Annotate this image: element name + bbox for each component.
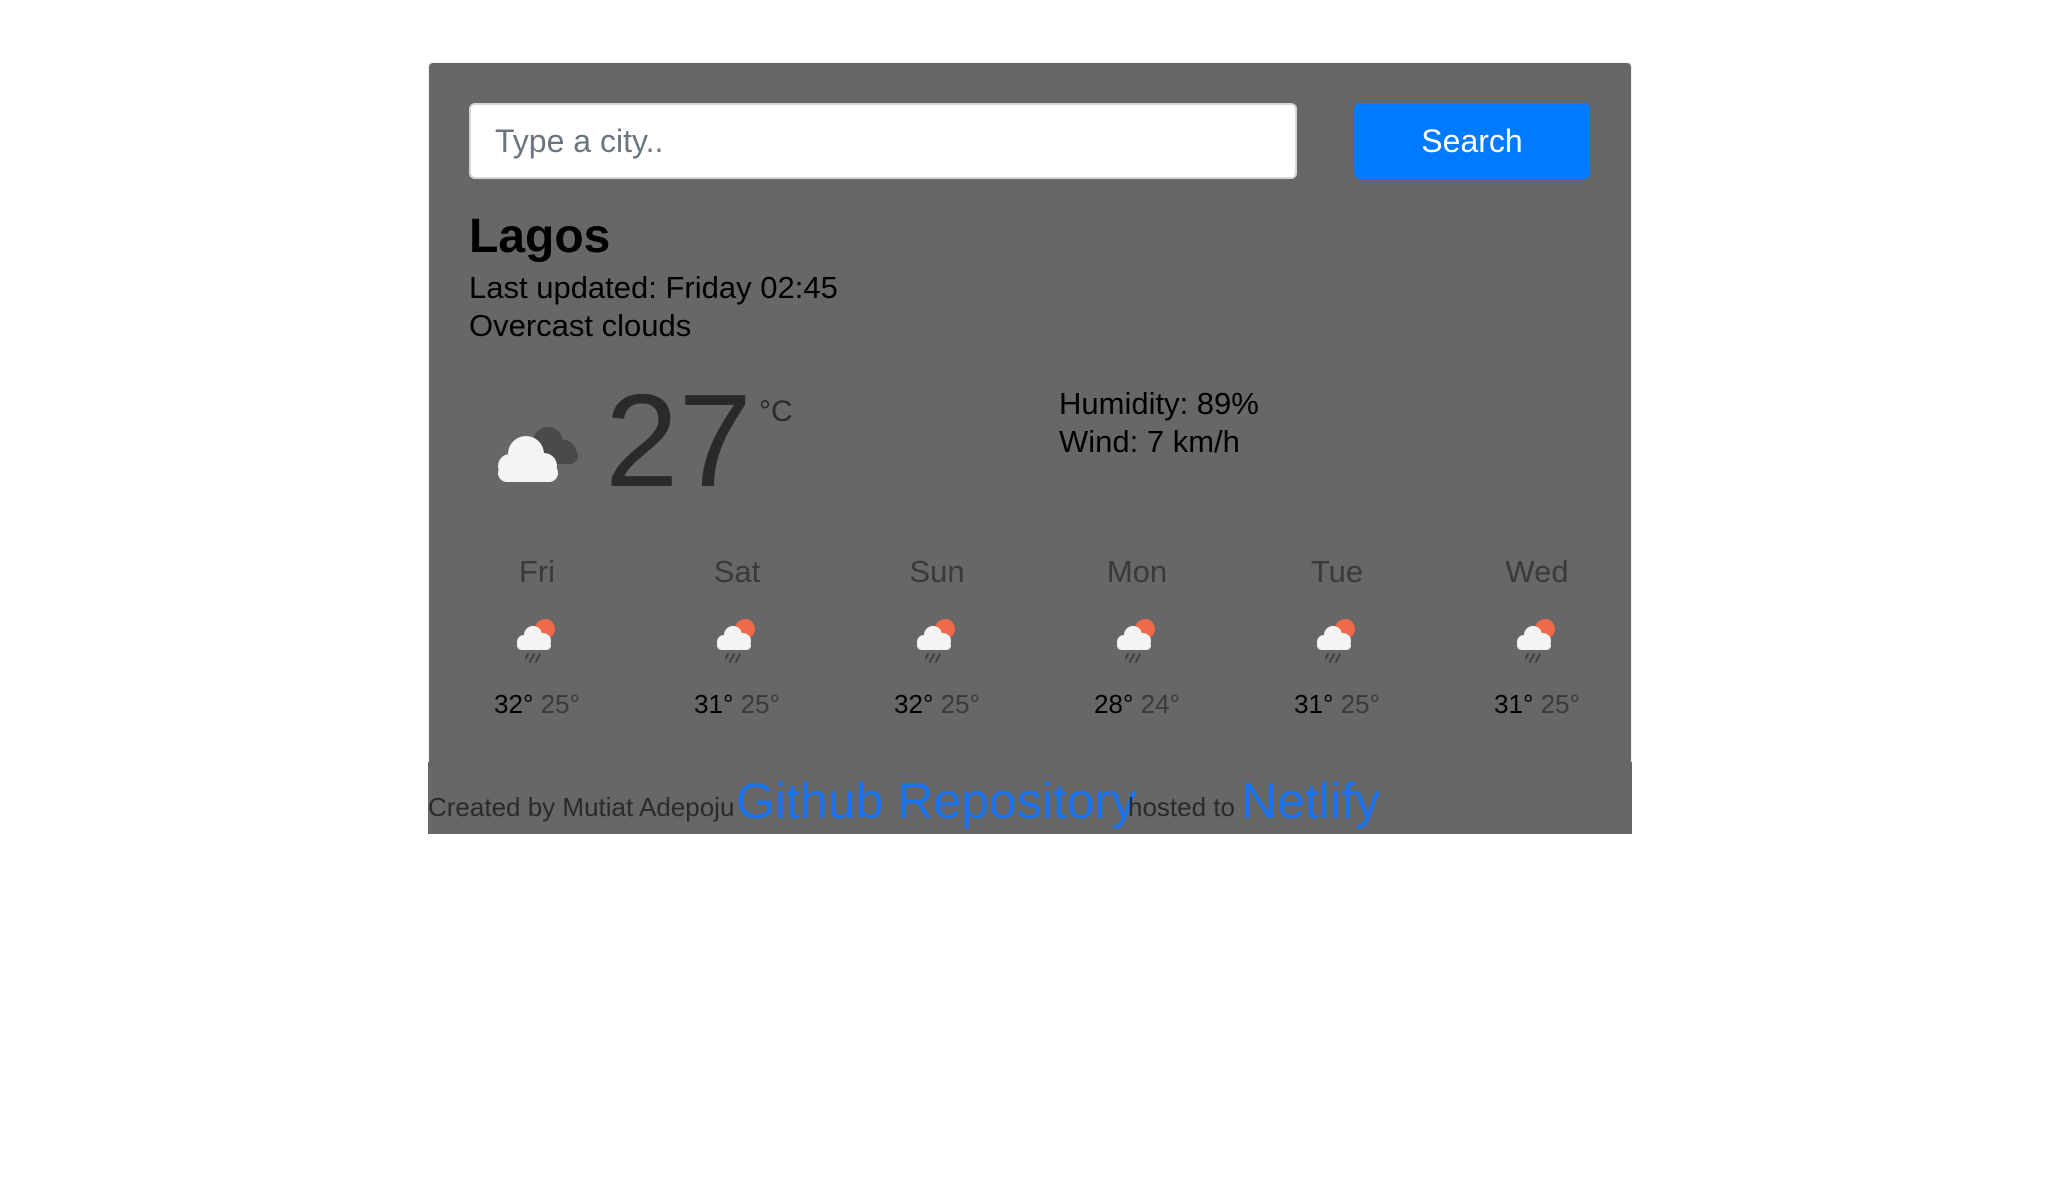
forecast-day: Fri 32° 25° xyxy=(469,553,605,719)
humidity: Humidity: 89% xyxy=(1059,386,1259,421)
forecast-high: 31° xyxy=(1294,689,1334,719)
footer-hosted-to: hosted to xyxy=(1128,792,1235,822)
forecast-temps: 31° 25° xyxy=(1269,689,1405,719)
forecast-temps: 31° 25° xyxy=(1469,689,1605,719)
forecast-day: Tue 31° 25° xyxy=(1269,553,1405,719)
rain-sun-icon xyxy=(1317,619,1355,663)
rain-sun-icon xyxy=(917,619,955,663)
forecast-day-name: Sat xyxy=(713,554,761,589)
forecast-low: 25° xyxy=(1340,689,1380,719)
rain-sun-icon xyxy=(717,619,755,663)
forecast-low: 25° xyxy=(540,689,580,719)
forecast-temps: 32° 25° xyxy=(869,689,1005,719)
weather-card: Search Lagos Last updated: Friday 02:45 … xyxy=(428,62,1632,766)
forecast-high: 32° xyxy=(894,689,934,719)
forecast-temps: 32° 25° xyxy=(469,689,605,719)
forecast-high: 28° xyxy=(1094,689,1134,719)
city-name: Lagos xyxy=(469,210,611,263)
temperature-unit-celsius[interactable]: °C xyxy=(759,395,793,429)
footer-created-by: Created by Mutiat Adepoju xyxy=(428,792,735,822)
rain-sun-icon xyxy=(517,619,555,663)
forecast-low: 25° xyxy=(940,689,980,719)
netlify-link[interactable]: Netlify xyxy=(1241,772,1380,830)
forecast-temps: 28° 24° xyxy=(1069,689,1205,719)
forecast-day-name: Wed xyxy=(1505,554,1569,589)
current-temperature: 27 xyxy=(605,367,752,514)
forecast-high: 31° xyxy=(694,689,734,719)
forecast-day: Sat 31° 25° xyxy=(669,553,805,719)
forecast-day: Mon 28° 24° xyxy=(1069,553,1205,719)
forecast-low: 25° xyxy=(1540,689,1580,719)
city-search-input[interactable] xyxy=(469,103,1297,179)
forecast-day-name: Mon xyxy=(1106,554,1168,589)
search-button[interactable]: Search xyxy=(1354,103,1590,179)
rain-sun-icon xyxy=(1517,619,1555,663)
forecast-day-name: Sun xyxy=(909,554,965,589)
forecast-day-name: Tue xyxy=(1310,554,1364,589)
forecast-row: Fri 32° 25° Sat 31° 25° Sun 32° 25° Mon … xyxy=(469,553,1649,719)
weather-description: Overcast clouds xyxy=(469,308,692,343)
forecast-high: 32° xyxy=(494,689,534,719)
footer: Created by Mutiat Adepoju Github Reposit… xyxy=(428,762,1632,834)
wind-speed: Wind: 7 km/h xyxy=(1059,424,1240,459)
forecast-day-name: Fri xyxy=(518,554,556,589)
forecast-low: 24° xyxy=(1140,689,1180,719)
last-updated: Last updated: Friday 02:45 xyxy=(469,270,838,305)
forecast-temps: 31° 25° xyxy=(669,689,805,719)
rain-sun-icon xyxy=(1117,619,1155,663)
weather-app: Search Lagos Last updated: Friday 02:45 … xyxy=(428,62,1632,834)
forecast-day: Wed 31° 25° xyxy=(1469,553,1605,719)
forecast-high: 31° xyxy=(1494,689,1534,719)
github-repository-link[interactable]: Github Repository xyxy=(736,772,1136,830)
forecast-day: Sun 32° 25° xyxy=(869,553,1005,719)
broken-clouds-icon xyxy=(498,427,578,482)
forecast-low: 25° xyxy=(740,689,780,719)
